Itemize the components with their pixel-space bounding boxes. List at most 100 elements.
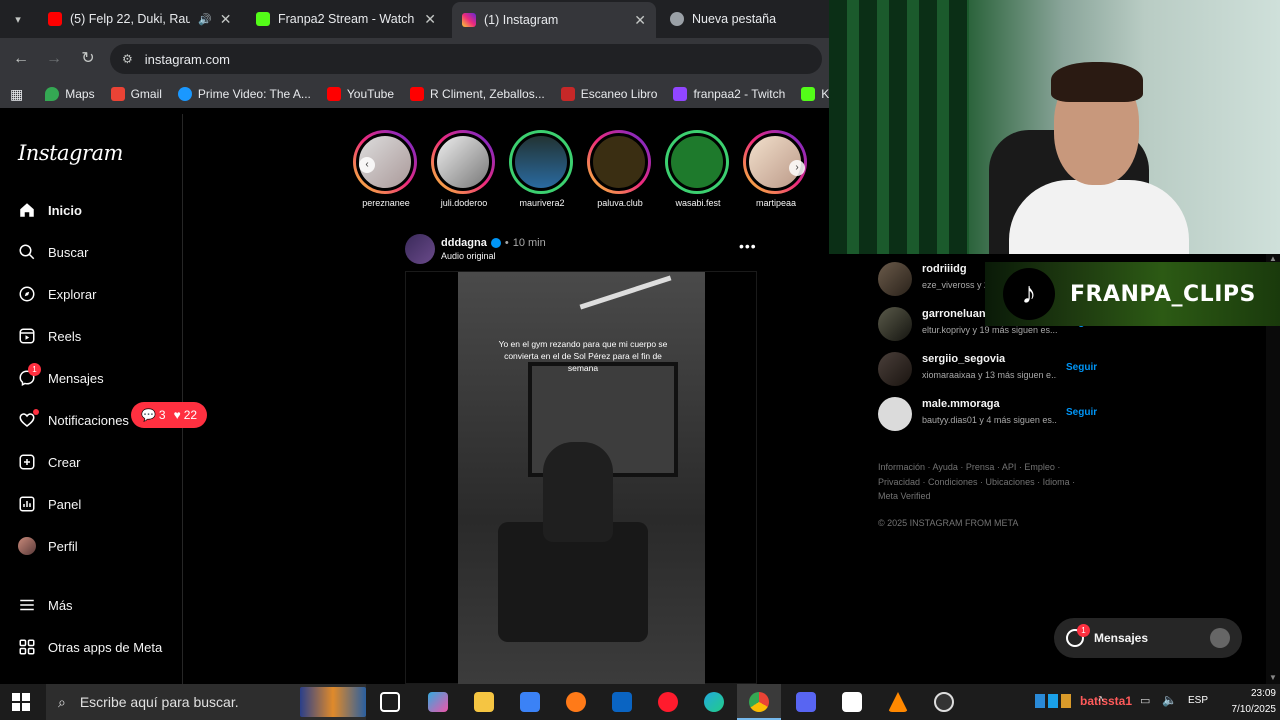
tray-overflow-icon[interactable]: ˄ bbox=[1098, 694, 1104, 705]
compass-icon bbox=[19, 286, 35, 302]
tab-instagram[interactable]: (1) Instagram ✕ bbox=[452, 2, 656, 38]
bookmark-prime-video[interactable]: Prime Video: The A... bbox=[170, 87, 319, 101]
suggestion-avatar[interactable] bbox=[878, 307, 912, 341]
story-item[interactable]: maurivera2 bbox=[509, 130, 575, 208]
bookmark-label: Escaneo Libro bbox=[580, 87, 658, 101]
close-icon[interactable]: ✕ bbox=[634, 12, 646, 29]
tab-youtube[interactable]: (5) Felp 22, Duki, Rauw A 🔊 ✕ bbox=[38, 0, 243, 38]
nav-buscar[interactable]: Buscar bbox=[18, 243, 88, 261]
messages-float-label: Mensajes bbox=[1094, 631, 1149, 645]
verified-icon bbox=[490, 238, 501, 248]
tray-username: batissta1 bbox=[1080, 694, 1133, 708]
suggestion-avatar[interactable] bbox=[878, 352, 912, 386]
nav-mas[interactable]: Más bbox=[18, 596, 73, 614]
nav-label: Reels bbox=[48, 328, 82, 344]
volume-icon[interactable]: 🔈 bbox=[1162, 693, 1177, 707]
bookmark-youtube[interactable]: YouTube bbox=[319, 87, 402, 101]
footer-links-line-1[interactable]: Información · Ayuda · Prensa · API · Emp… bbox=[878, 462, 1060, 472]
close-icon[interactable]: ✕ bbox=[220, 11, 232, 28]
suggestion-username[interactable]: sergiio_segovia bbox=[922, 353, 1005, 365]
bookmark-youtube-video[interactable]: R Climent, Zeballos... bbox=[402, 87, 553, 101]
edge-icon[interactable] bbox=[704, 692, 724, 712]
tray-app-icon bbox=[1061, 694, 1071, 708]
suggestion-username[interactable]: rodriiidg bbox=[922, 263, 967, 275]
post-video[interactable]: Yo en el gym rezando para que mi cuerpo … bbox=[458, 272, 705, 685]
post-media[interactable]: Yo en el gym rezando para que mi cuerpo … bbox=[405, 271, 757, 685]
obs-icon[interactable] bbox=[934, 692, 954, 712]
nav-reels[interactable]: Reels bbox=[18, 327, 81, 345]
opera-icon[interactable] bbox=[658, 692, 678, 712]
bookmark-maps[interactable]: Maps bbox=[31, 87, 102, 101]
follow-button[interactable]: Seguir bbox=[1066, 407, 1097, 418]
discord-icon[interactable] bbox=[796, 692, 816, 712]
nav-label: Panel bbox=[48, 496, 82, 512]
nav-perfil[interactable]: Perfil bbox=[18, 537, 78, 555]
copilot-icon[interactable] bbox=[428, 692, 448, 712]
forward-button[interactable]: → bbox=[43, 48, 65, 70]
nav-inicio[interactable]: Inicio bbox=[18, 201, 82, 219]
file-explorer-icon[interactable] bbox=[474, 692, 494, 712]
suggestion-avatar[interactable] bbox=[878, 397, 912, 431]
close-icon[interactable]: ✕ bbox=[424, 11, 436, 28]
tab-title: (5) Felp 22, Duki, Rauw A bbox=[70, 12, 190, 26]
suggestion-username[interactable]: garroneluana bbox=[922, 308, 992, 320]
tab-search-button[interactable]: ▾ bbox=[8, 10, 28, 30]
bookmark-gmail[interactable]: Gmail bbox=[103, 87, 170, 101]
tab-new[interactable]: Nueva pestaña bbox=[660, 0, 825, 38]
microsoft-store-icon[interactable] bbox=[520, 692, 540, 712]
story-item[interactable]: wasabi.fest bbox=[665, 130, 731, 208]
outlook-icon[interactable] bbox=[612, 692, 632, 712]
suggestion-subtext: xiomaraaixaa y 13 más siguen e... bbox=[922, 370, 1057, 380]
footer-links-line-2[interactable]: Privacidad · Condiciones · Ubicaciones ·… bbox=[878, 477, 1075, 487]
task-view-icon[interactable] bbox=[380, 692, 400, 712]
suggestion-username[interactable]: male.mmoraga bbox=[922, 398, 1000, 410]
tab-title: Nueva pestaña bbox=[692, 12, 777, 26]
capcut-icon[interactable] bbox=[842, 692, 862, 712]
taskbar-search[interactable]: ⌕ Escribe aquí para buscar. bbox=[46, 684, 366, 720]
stories-prev-button[interactable]: ‹ bbox=[359, 157, 375, 173]
bookmark-twitch[interactable]: franpaa2 - Twitch bbox=[665, 87, 793, 101]
more-options-icon[interactable]: ••• bbox=[739, 238, 757, 254]
chrome-taskbar-active[interactable] bbox=[737, 684, 781, 720]
tray-apps[interactable] bbox=[1035, 694, 1071, 708]
nav-otras-apps[interactable]: Otras apps de Meta bbox=[18, 638, 162, 656]
post-author-avatar[interactable] bbox=[405, 234, 435, 264]
tray-app-icon bbox=[1048, 694, 1058, 708]
scroll-down-icon[interactable]: ▼ bbox=[1269, 673, 1277, 682]
youtube-icon bbox=[326, 87, 341, 101]
reload-button[interactable]: ↻ bbox=[77, 48, 99, 70]
maps-icon bbox=[45, 87, 60, 101]
bookmark-label: franpaa2 - Twitch bbox=[693, 87, 786, 101]
doc-icon bbox=[560, 87, 575, 101]
firefox-icon[interactable] bbox=[566, 692, 586, 712]
windows-start-icon[interactable] bbox=[12, 693, 30, 711]
notification-summary-pill[interactable]: 💬 3 ♥ 22 bbox=[131, 402, 207, 428]
nav-panel[interactable]: Panel bbox=[18, 495, 81, 513]
story-item[interactable]: paluva.club bbox=[587, 130, 653, 208]
nav-crear[interactable]: Crear bbox=[18, 453, 81, 471]
instagram-logo[interactable]: Instagram bbox=[18, 141, 123, 165]
vlc-icon[interactable] bbox=[888, 692, 908, 712]
taskbar-clock[interactable]: 23:09 7/10/2025 bbox=[1214, 686, 1277, 718]
nav-label: Buscar bbox=[48, 244, 89, 260]
footer-links-line-3[interactable]: Meta Verified bbox=[878, 491, 931, 501]
post-audio[interactable]: Audio original bbox=[441, 251, 496, 261]
network-icon[interactable]: ▭ bbox=[1140, 694, 1150, 707]
bookmark-escaneo[interactable]: Escaneo Libro bbox=[553, 87, 666, 101]
avatar bbox=[1210, 628, 1230, 648]
stories-next-button[interactable]: › bbox=[789, 160, 805, 176]
story-item[interactable]: juli.doderoo bbox=[431, 130, 497, 208]
language-indicator[interactable]: ESP bbox=[1188, 695, 1208, 706]
tab-kick[interactable]: Franpa2 Stream - Watch Live ✕ bbox=[246, 0, 446, 38]
nav-explorar[interactable]: Explorar bbox=[18, 285, 96, 303]
post-username[interactable]: dddagna bbox=[441, 237, 487, 249]
suggestion-avatar[interactable] bbox=[878, 262, 912, 296]
story-avatar bbox=[590, 133, 648, 191]
follow-button[interactable]: Seguir bbox=[1066, 362, 1097, 373]
nav-label: Otras apps de Meta bbox=[48, 639, 163, 655]
windows-taskbar: ⌕ Escribe aquí para buscar. batissta1 ˄ … bbox=[0, 684, 1280, 720]
site-info-icon[interactable]: ⚙ bbox=[122, 52, 133, 66]
omnibox[interactable]: ⚙ instagram.com bbox=[110, 44, 822, 74]
apps-grid-icon[interactable]: ▦ bbox=[0, 86, 31, 103]
back-button[interactable]: ← bbox=[10, 48, 32, 70]
